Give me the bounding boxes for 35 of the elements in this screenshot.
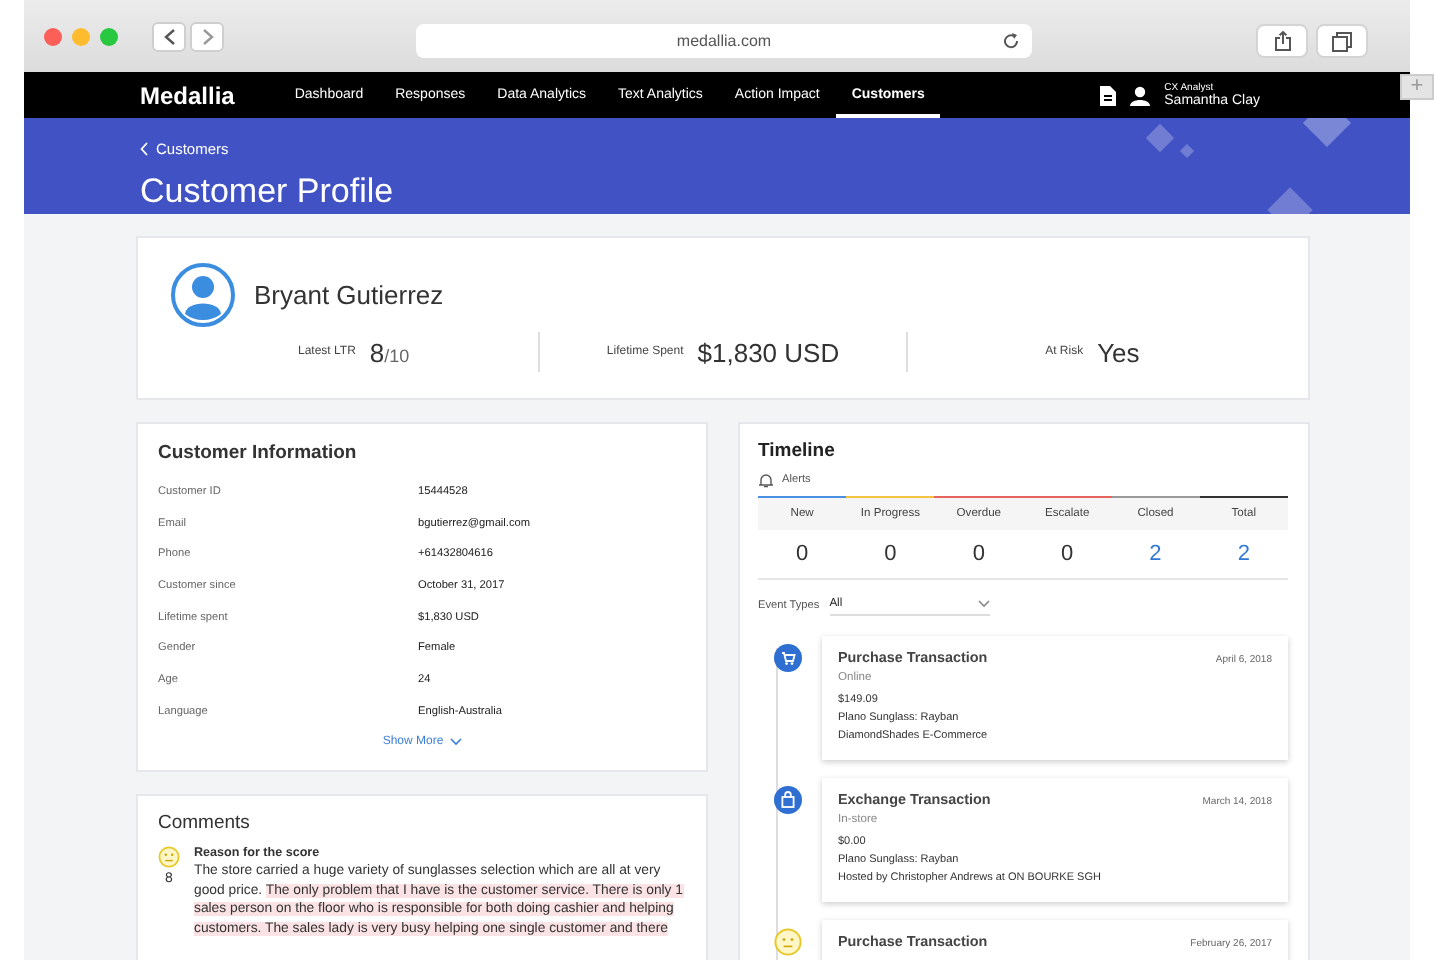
share-icon	[1273, 30, 1291, 52]
alert-count-link[interactable]: 2	[1199, 530, 1288, 578]
alert-count-link[interactable]: 2	[1111, 530, 1200, 578]
chevron-left-icon	[140, 142, 148, 156]
back-button[interactable]	[152, 21, 186, 51]
reload-icon	[1002, 32, 1020, 50]
stat-value: Yes	[1097, 337, 1140, 367]
alert-count: 0	[970, 540, 987, 570]
back-icon	[163, 27, 175, 45]
avatar-icon	[170, 262, 236, 328]
document-icon[interactable]	[1100, 85, 1117, 105]
alert-count: 0	[1059, 540, 1076, 570]
user-icon[interactable]	[1130, 85, 1151, 105]
brand-logo: Medallia	[140, 81, 235, 109]
shopping-bag-icon	[774, 786, 802, 814]
page-title: Customer Profile	[140, 172, 396, 212]
tabs-icon	[1332, 31, 1352, 51]
share-button[interactable]	[1256, 24, 1308, 58]
stat-value: $1,830 USD	[697, 337, 840, 367]
section-title: Customer Information	[158, 442, 359, 464]
customer-name: Bryant Gutierrez	[254, 280, 444, 310]
cart-icon	[774, 644, 802, 672]
forward-icon	[201, 27, 213, 45]
chevron-down-icon	[449, 737, 462, 745]
bell-icon	[758, 472, 774, 488]
neutral-face-icon	[158, 846, 180, 868]
address-bar[interactable]: medallia.com	[416, 24, 1032, 58]
chevron-down-icon	[977, 600, 990, 608]
section-title: Comments	[158, 812, 252, 834]
alert-count: 0	[882, 540, 899, 570]
neutral-face-icon	[774, 928, 802, 956]
alert-count: 0	[794, 540, 811, 570]
section-title: Timeline	[758, 440, 837, 462]
tabs-button[interactable]	[1316, 24, 1368, 58]
stat-value: 8/10	[369, 337, 410, 367]
